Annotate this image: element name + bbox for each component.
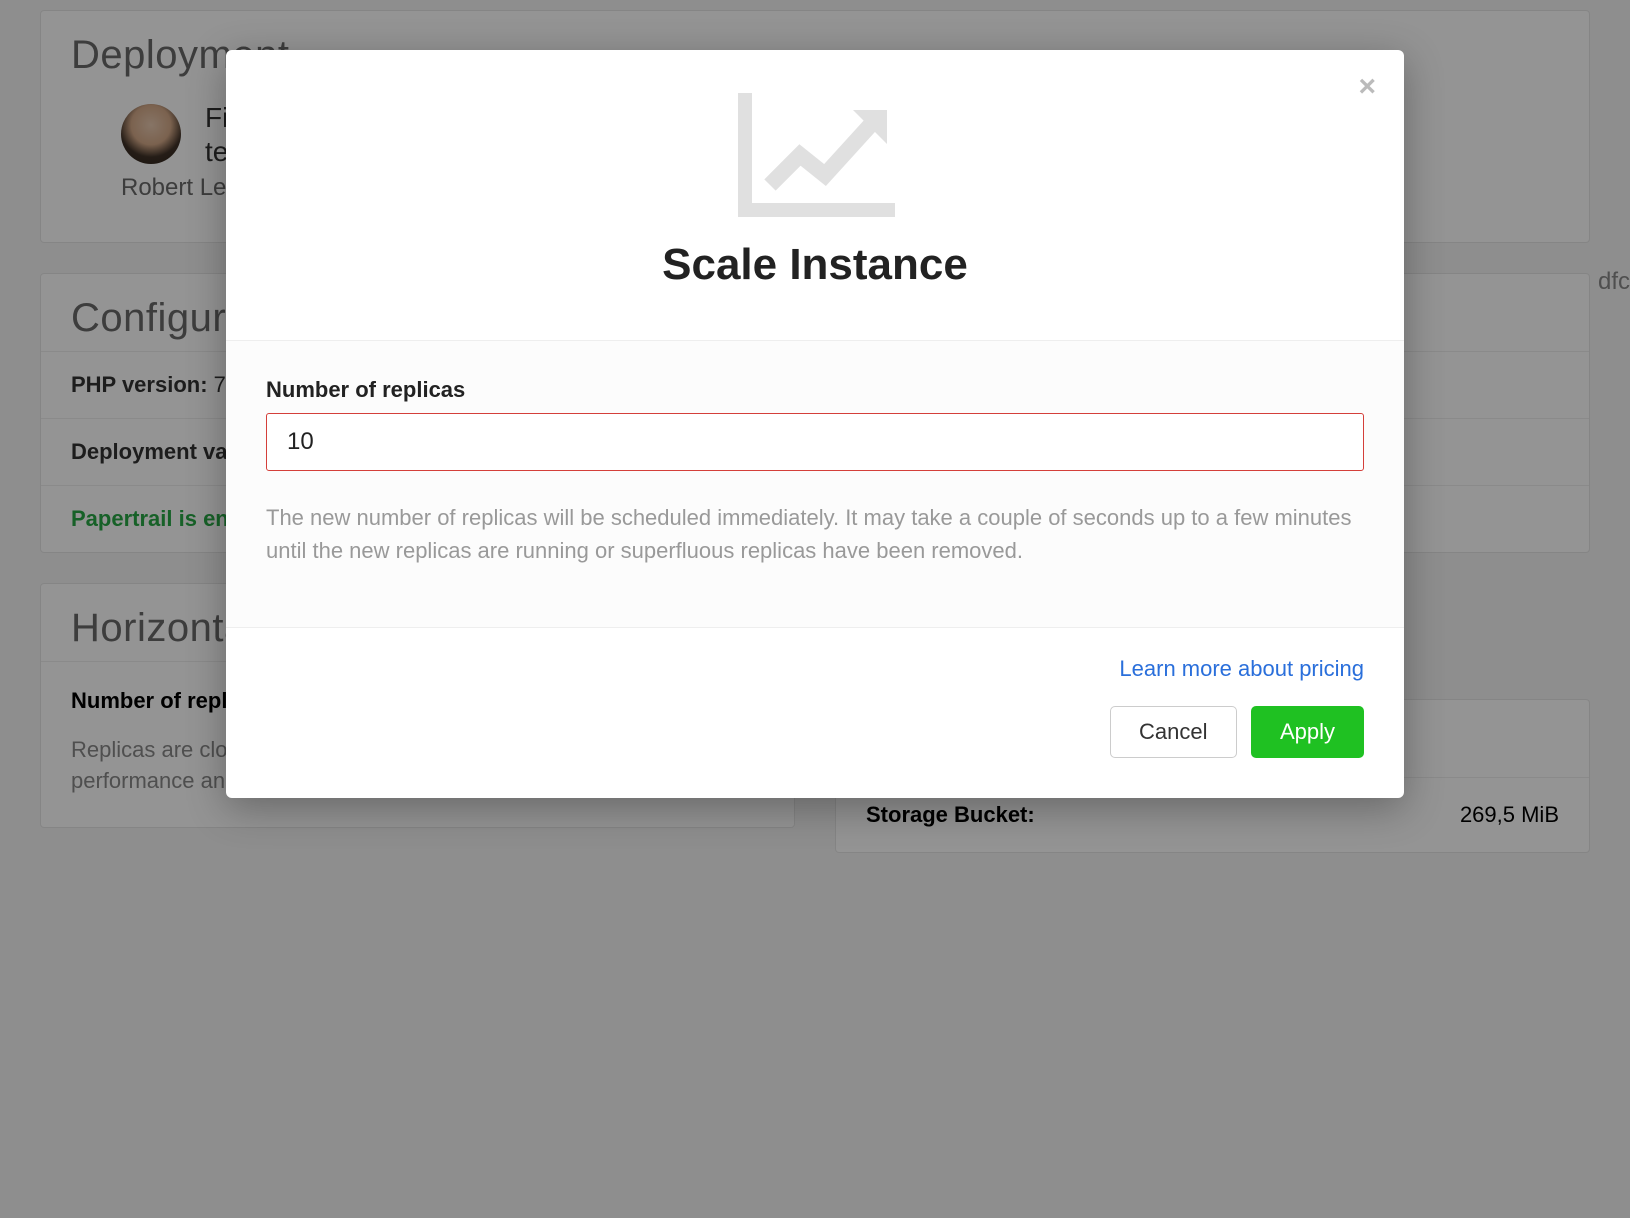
learn-more-link[interactable]: Learn more about pricing <box>266 656 1364 682</box>
scale-instance-modal: × Scale Instance Number of replicas The … <box>226 50 1404 798</box>
replicas-input-label: Number of replicas <box>266 377 1364 403</box>
apply-button[interactable]: Apply <box>1251 706 1364 758</box>
replicas-help-text: The new number of replicas will be sched… <box>266 501 1364 567</box>
modal-overlay[interactable]: × Scale Instance Number of replicas The … <box>0 0 1630 1218</box>
close-icon[interactable]: × <box>1358 72 1376 102</box>
cancel-button[interactable]: Cancel <box>1110 706 1236 758</box>
modal-title: Scale Instance <box>266 240 1364 290</box>
chart-up-icon <box>735 90 895 220</box>
replicas-input[interactable] <box>266 413 1364 471</box>
